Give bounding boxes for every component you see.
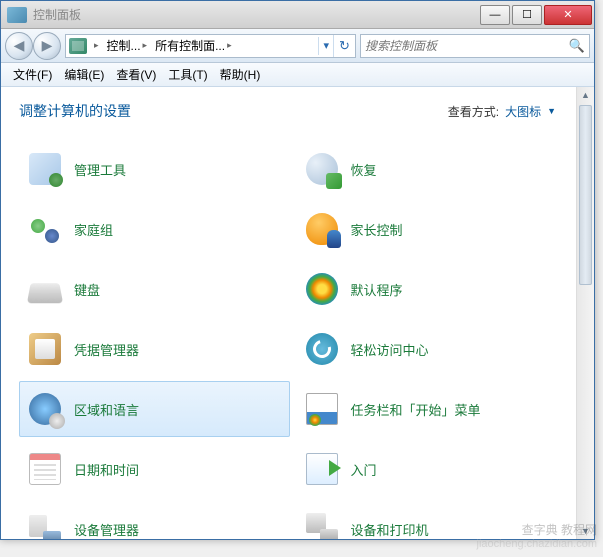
maximize-button[interactable]: ☐	[512, 5, 542, 25]
control-panel-icon	[69, 38, 87, 54]
scroll-up-button[interactable]: ▲	[577, 87, 594, 103]
cp-item-homegroup[interactable]: 家庭组	[19, 201, 290, 257]
item-label: 默认程序	[351, 280, 403, 299]
item-label: 家庭组	[74, 220, 113, 239]
navbar: ◀ ▶ ▸ 控制...▸ 所有控制面...▸ ▾ ↻ 🔍	[1, 29, 594, 63]
menu-view[interactable]: 查看(V)	[110, 63, 162, 86]
menubar: 文件(F) 编辑(E) 查看(V) 工具(T) 帮助(H)	[1, 63, 594, 87]
date-time-icon	[28, 452, 62, 486]
cp-item-default-programs[interactable]: 默认程序	[296, 261, 567, 317]
back-button[interactable]: ◀	[5, 32, 33, 60]
devices-printers-icon	[305, 512, 339, 539]
taskbar-start-icon	[305, 392, 339, 426]
scrollbar[interactable]: ▲ ▼	[576, 87, 594, 539]
cp-item-getting-started[interactable]: 入门	[296, 441, 567, 497]
titlebar: 控制面板 — ☐ ✕	[1, 1, 594, 29]
viewmode-value[interactable]: 大图标	[505, 103, 541, 120]
menu-help[interactable]: 帮助(H)	[214, 63, 267, 86]
window-title: 控制面板	[33, 6, 81, 23]
content: 调整计算机的设置 查看方式: 大图标 ▼ 管理工具 恢复家庭组 家长控制键盘 默认程序…	[1, 87, 594, 539]
refresh-button[interactable]: ↻	[333, 35, 355, 57]
recovery-icon	[305, 152, 339, 186]
minimize-button[interactable]: —	[480, 5, 510, 25]
item-label: 家长控制	[351, 220, 403, 239]
menu-edit[interactable]: 编辑(E)	[58, 63, 110, 86]
search-box[interactable]: 🔍	[360, 34, 590, 58]
menu-tools[interactable]: 工具(T)	[162, 63, 213, 86]
credential-manager-icon	[28, 332, 62, 366]
address-bar[interactable]: ▸ 控制...▸ 所有控制面...▸ ▾ ↻	[65, 34, 356, 58]
forward-button[interactable]: ▶	[33, 32, 61, 60]
viewmode-label: 查看方式:	[448, 103, 499, 120]
ease-of-access-icon	[305, 332, 339, 366]
parental-icon	[305, 212, 339, 246]
keyboard-icon	[28, 272, 62, 306]
item-label: 管理工具	[74, 160, 126, 179]
search-input[interactable]	[365, 39, 569, 53]
cp-item-ease-of-access[interactable]: 轻松访问中心	[296, 321, 567, 377]
items-grid: 管理工具 恢复家庭组 家长控制键盘 默认程序凭据管理器 轻松访问中心区域和语言 任务栏和「…	[19, 141, 566, 539]
cp-item-admin-tools[interactable]: 管理工具	[19, 141, 290, 197]
breadcrumb: 所有控制面...▸	[151, 37, 236, 54]
cp-item-taskbar-start[interactable]: 任务栏和「开始」菜单	[296, 381, 567, 437]
window: 控制面板 — ☐ ✕ ◀ ▶ ▸ 控制...▸ 所有控制面...▸ ▾ ↻ 🔍 …	[0, 0, 595, 540]
admin-tools-icon	[28, 152, 62, 186]
cp-item-keyboard[interactable]: 键盘	[19, 261, 290, 317]
scroll-down-button[interactable]: ▼	[577, 523, 594, 539]
item-label: 凭据管理器	[74, 340, 139, 359]
dropdown-icon[interactable]: ▾	[319, 39, 333, 52]
item-label: 键盘	[74, 280, 100, 299]
item-label: 设备和打印机	[351, 520, 429, 539]
chevron-down-icon[interactable]: ▼	[547, 106, 556, 116]
close-button[interactable]: ✕	[544, 5, 592, 25]
main-panel: 调整计算机的设置 查看方式: 大图标 ▼ 管理工具 恢复家庭组 家长控制键盘 默认程序…	[1, 87, 576, 539]
item-label: 日期和时间	[74, 460, 139, 479]
cp-item-recovery[interactable]: 恢复	[296, 141, 567, 197]
default-programs-icon	[305, 272, 339, 306]
region-language-icon	[28, 392, 62, 426]
cp-item-credential-manager[interactable]: 凭据管理器	[19, 321, 290, 377]
cp-item-parental[interactable]: 家长控制	[296, 201, 567, 257]
cp-item-date-time[interactable]: 日期和时间	[19, 441, 290, 497]
getting-started-icon	[305, 452, 339, 486]
scroll-thumb[interactable]	[579, 105, 592, 285]
page-title: 调整计算机的设置	[19, 101, 131, 121]
item-label: 任务栏和「开始」菜单	[351, 400, 481, 419]
app-icon	[7, 7, 27, 23]
device-manager-icon	[28, 512, 62, 539]
view-mode-selector[interactable]: 查看方式: 大图标 ▼	[448, 103, 556, 120]
cp-item-device-manager[interactable]: 设备管理器	[19, 501, 290, 539]
item-label: 设备管理器	[74, 520, 139, 539]
homegroup-icon	[28, 212, 62, 246]
breadcrumb: 控制...▸	[103, 37, 152, 54]
search-icon[interactable]: 🔍	[569, 38, 585, 54]
item-label: 入门	[351, 460, 377, 479]
item-label: 区域和语言	[74, 400, 139, 419]
item-label: 恢复	[351, 160, 377, 179]
menu-file[interactable]: 文件(F)	[7, 63, 58, 86]
cp-item-devices-printers[interactable]: 设备和打印机	[296, 501, 567, 539]
cp-item-region-language[interactable]: 区域和语言	[19, 381, 290, 437]
item-label: 轻松访问中心	[351, 340, 429, 359]
